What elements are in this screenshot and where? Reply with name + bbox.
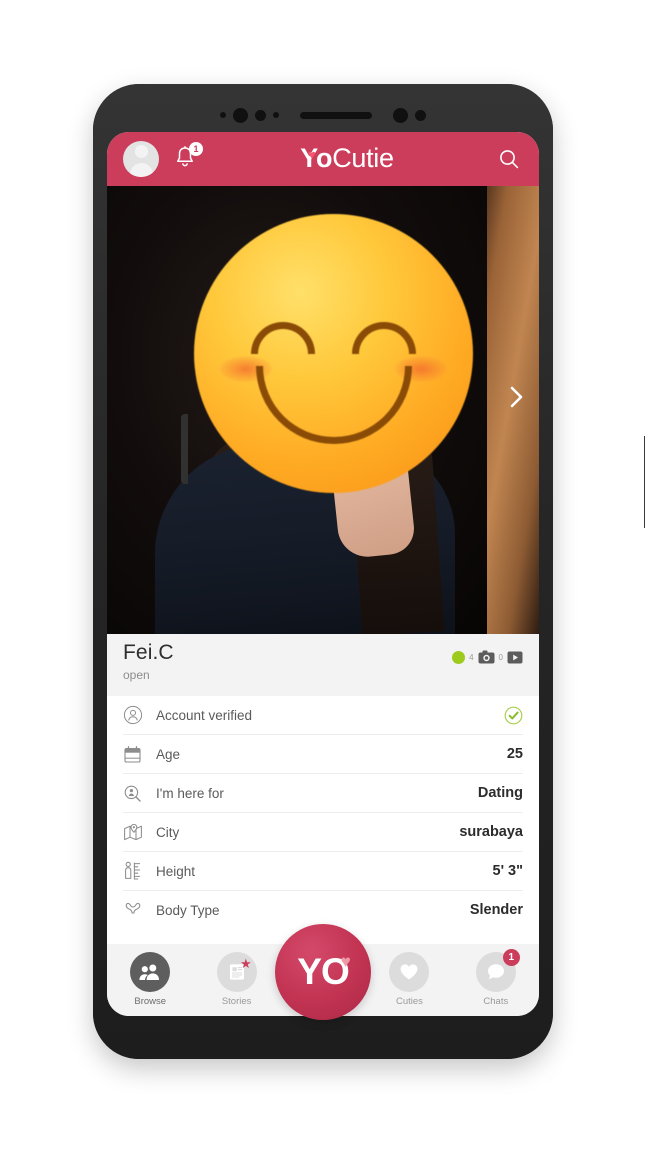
detail-value: 5' 3" bbox=[492, 863, 523, 879]
user-avatar-icon bbox=[134, 145, 148, 158]
detail-row-city[interactable]: City surabaya bbox=[123, 813, 523, 852]
phone-volume-button[interactable] bbox=[181, 414, 188, 484]
profile-summary-strip: Fei.C open 4 0 bbox=[107, 634, 539, 696]
next-photo-button[interactable] bbox=[503, 380, 529, 414]
detail-label: Height bbox=[156, 863, 196, 879]
heart-icon bbox=[389, 952, 430, 992]
phone-top-bezel bbox=[93, 98, 553, 132]
emoji-eye-right-icon bbox=[352, 322, 416, 354]
height-ruler-icon bbox=[123, 861, 149, 881]
chevron-right-icon bbox=[510, 386, 523, 408]
brand-text-yo: Yo bbox=[300, 143, 332, 173]
detail-value: surabaya bbox=[459, 824, 523, 840]
body-type-icon bbox=[123, 902, 149, 918]
notifications-button[interactable]: 1 bbox=[173, 142, 203, 174]
video-count: 0 bbox=[498, 652, 503, 662]
check-circle-icon bbox=[504, 706, 523, 725]
nav-label: Cuties bbox=[395, 996, 423, 1007]
calendar-icon bbox=[123, 745, 149, 764]
front-camera-icon bbox=[393, 107, 408, 123]
account-verified-icon bbox=[123, 705, 149, 725]
detail-value: Slender bbox=[469, 902, 523, 918]
nav-item-browse[interactable]: Browse bbox=[107, 952, 193, 1007]
search-button[interactable] bbox=[495, 145, 523, 173]
detail-label: I'm here for bbox=[156, 785, 224, 801]
nav-label: Chats bbox=[483, 996, 509, 1007]
people-icon bbox=[130, 952, 171, 992]
detail-value: Dating bbox=[477, 785, 523, 801]
sensor-dot-icon bbox=[273, 112, 279, 118]
earpiece-speaker bbox=[300, 111, 372, 119]
nav-label: Browse bbox=[134, 996, 167, 1007]
detail-row-here-for[interactable]: I'm here for Dating bbox=[123, 774, 523, 813]
profile-detail-list: Account verified Age 25 I'm here for Dat… bbox=[107, 696, 539, 929]
star-icon: ★ bbox=[239, 956, 252, 971]
detail-label: City bbox=[156, 824, 180, 840]
brand-text-cutie: Cutie bbox=[332, 142, 394, 173]
profile-media-meta: 4 0 bbox=[452, 650, 523, 664]
nav-item-stories[interactable]: ★ Stories bbox=[193, 952, 279, 1007]
stories-icon: ★ bbox=[216, 952, 257, 992]
chat-bubble-icon: 1 bbox=[475, 949, 520, 992]
yo-button-label: YO ♥ bbox=[297, 951, 351, 993]
yo-letter-y: Y bbox=[297, 951, 322, 992]
app-brand-logo: ♥ YoCutie bbox=[199, 143, 495, 174]
sensor-dot-icon bbox=[255, 109, 266, 121]
app-header: 1 ♥ YoCutie bbox=[107, 132, 539, 186]
search-person-icon bbox=[123, 784, 149, 803]
heart-icon: ♥ bbox=[340, 952, 351, 971]
nav-label: Stories bbox=[221, 996, 252, 1007]
yo-action-button[interactable]: YO ♥ bbox=[275, 924, 371, 1020]
detail-label: Body Type bbox=[156, 902, 220, 918]
brand-letter-o: o bbox=[315, 142, 333, 173]
front-camera-icon bbox=[233, 107, 248, 123]
sensor-dot-icon bbox=[415, 109, 426, 121]
camera-icon[interactable] bbox=[478, 650, 495, 664]
detail-row-account-verified[interactable]: Account verified bbox=[123, 696, 523, 735]
smiling-face-emoji bbox=[194, 214, 473, 493]
detail-row-height[interactable]: Height 5' 3" bbox=[123, 852, 523, 891]
photo-count: 4 bbox=[469, 652, 474, 662]
sensor-dot-icon bbox=[220, 112, 226, 118]
detail-value: 25 bbox=[506, 746, 523, 762]
online-status-dot bbox=[452, 650, 466, 664]
emoji-mouth-icon bbox=[256, 366, 412, 444]
detail-label: Account verified bbox=[156, 707, 253, 723]
detail-row-age[interactable]: Age 25 bbox=[123, 735, 523, 774]
profile-status-text: open bbox=[123, 668, 150, 682]
heart-icon: ♥ bbox=[308, 146, 316, 162]
nav-item-cuties[interactable]: Cuties bbox=[366, 952, 452, 1007]
map-location-icon bbox=[123, 823, 149, 842]
phone-device-frame: 1 ♥ YoCutie Fei.C open 4 0 Account verif… bbox=[93, 84, 645, 1059]
search-icon bbox=[500, 150, 519, 169]
video-icon[interactable] bbox=[507, 650, 523, 664]
profile-photo-area[interactable] bbox=[107, 186, 539, 634]
avatar-body-shape bbox=[129, 163, 153, 177]
detail-label: Age bbox=[156, 746, 181, 762]
phone-screen: 1 ♥ YoCutie Fei.C open 4 0 Account verif… bbox=[107, 132, 539, 1016]
avatar[interactable] bbox=[123, 141, 159, 177]
chats-badge: 1 bbox=[502, 949, 520, 966]
nav-item-chats[interactable]: 1 Chats bbox=[453, 949, 539, 1007]
emoji-eye-left-icon bbox=[251, 322, 315, 354]
